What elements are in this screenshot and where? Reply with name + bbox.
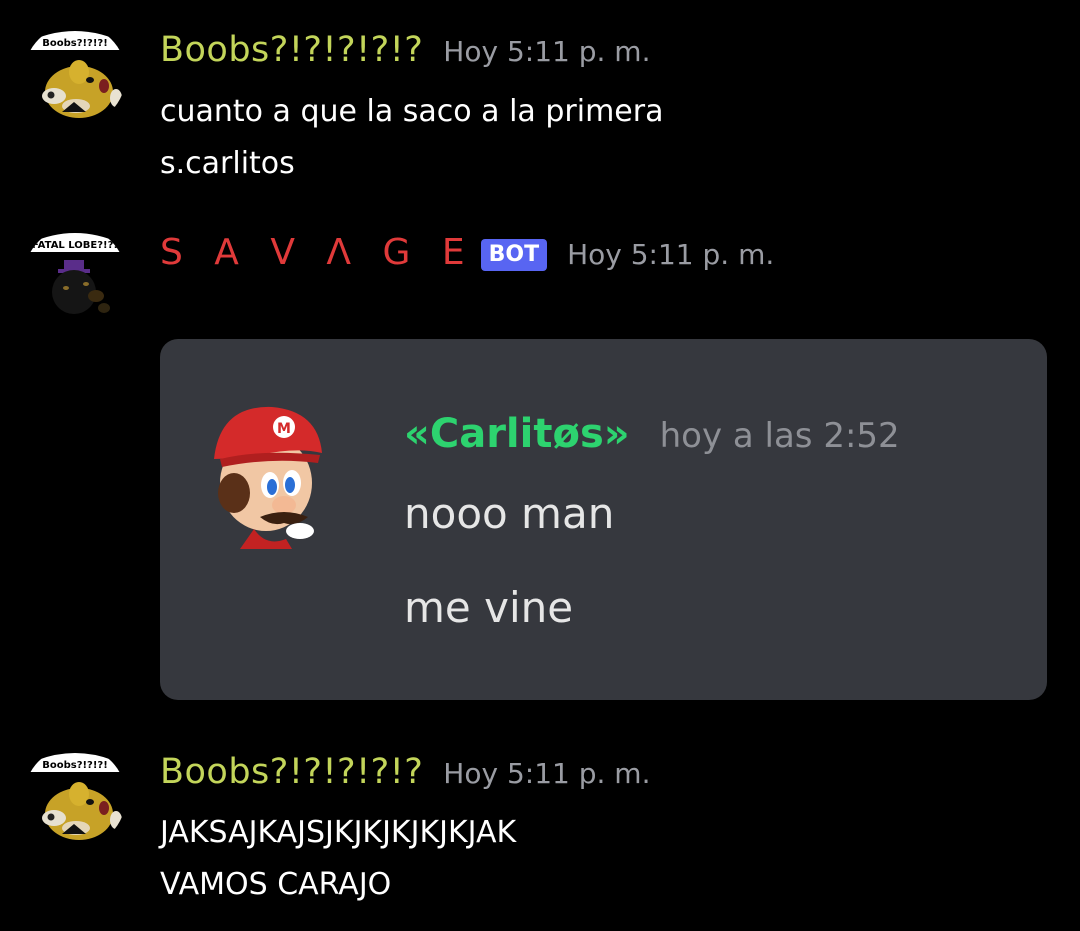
message-header: S A V Λ G E BOT Hoy 5:11 p. m. [160, 232, 774, 274]
username[interactable]: S A V Λ G E [160, 232, 475, 273]
username[interactable]: Boobs?!?!?!?!? [160, 30, 423, 70]
quoted-timestamp: hoy a las 2:52 [659, 416, 900, 456]
mario-head-icon: M [200, 397, 330, 549]
timestamp: Hoy 5:11 p. m. [567, 238, 775, 271]
quoted-username: «Carlitøs» [404, 411, 630, 457]
chat-view: Boobs?!?!?! Boobs?!?!?!?!? Hoy 5:11 p. m… [0, 0, 1080, 931]
chica-avatar-icon[interactable]: Boobs?!?!?! [24, 746, 126, 848]
username[interactable]: Boobs?!?!?!?!? [160, 752, 423, 792]
timestamp: Hoy 5:11 p. m. [443, 35, 651, 68]
message-text-line-2: VAMOS CARAJO [160, 867, 392, 902]
chica-avatar-icon[interactable]: Boobs?!?!?! [24, 24, 126, 126]
timestamp: Hoy 5:11 p. m. [443, 757, 651, 790]
message-text-line-2: s.carlitos [160, 146, 295, 181]
avatar-caption: Boobs?!?!?! [42, 38, 108, 49]
quoted-text-line-2: me vine [404, 583, 574, 632]
svg-text:M: M [277, 421, 291, 437]
quoted-message-header: «Carlitøs» hoy a las 2:52 [404, 411, 900, 457]
message-text-line-1: JAKSAJKAJSJKJKJKJKJKJAK [160, 815, 517, 850]
bot-badge: BOT [480, 239, 548, 271]
quoted-text-line-1: nooo man [404, 489, 615, 538]
quoted-message-image[interactable]: M «Carlitøs» hoy a las 2:52 nooo man me … [160, 339, 1047, 700]
message-text-line-1: cuanto a que la saco a la primera [160, 94, 664, 129]
message-header: Boobs?!?!?!?!? Hoy 5:11 p. m. [160, 30, 650, 70]
avatar-caption: Boobs?!?!?! [42, 760, 108, 771]
avatar-caption: FATAL LOBE?!?! [32, 240, 118, 251]
message-header: Boobs?!?!?!?!? Hoy 5:11 p. m. [160, 752, 650, 792]
dark-animatronic-avatar-icon[interactable]: FATAL LOBE?!?! [24, 226, 126, 328]
